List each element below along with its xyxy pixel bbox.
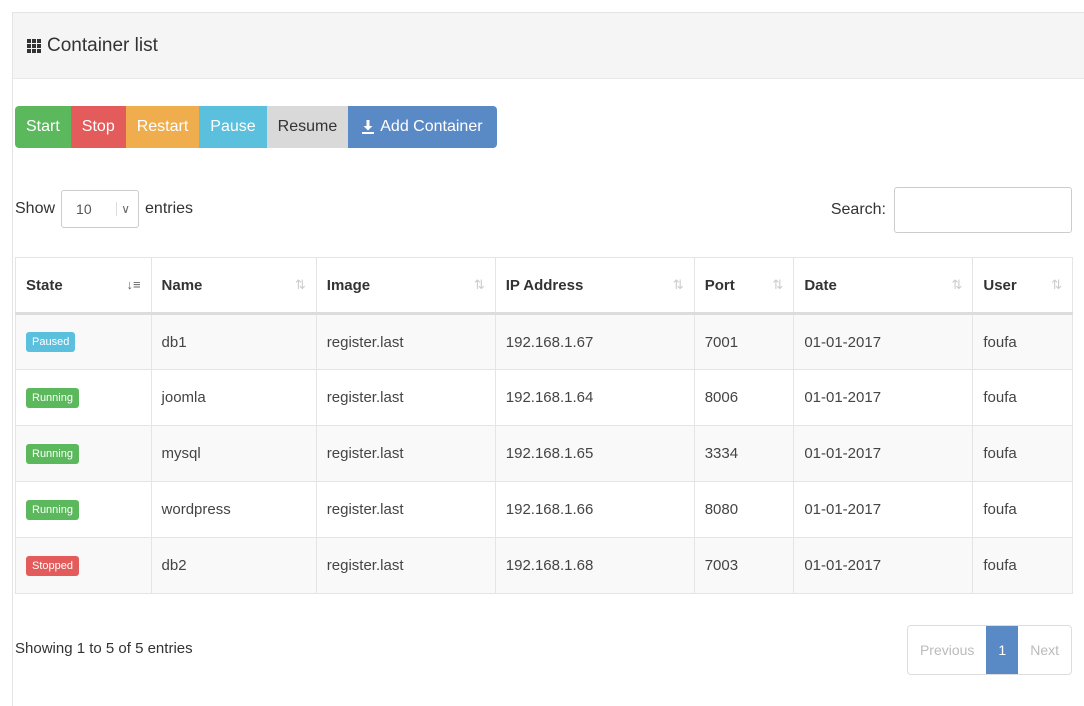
stop-button[interactable]: Stop: [70, 106, 126, 148]
name-cell: wordpress: [150, 481, 317, 538]
resume-button[interactable]: Resume: [266, 106, 349, 148]
sort-icon: ⇅: [473, 277, 485, 292]
table-row[interactable]: Stopped db2 register.last 192.168.1.68 7…: [15, 537, 1073, 594]
table-header-row: State ↓≡ Name ⇅ Image ⇅ IP Address ⇅ Port ⇅ D…: [15, 257, 1073, 315]
date-cell: 01-01-2017: [793, 313, 974, 370]
table-row[interactable]: Running mysql register.last 192.168.1.65…: [15, 425, 1073, 482]
image-cell: register.last: [315, 425, 496, 482]
port-cell: 7001: [693, 313, 795, 370]
entries-select-value: 10: [76, 201, 92, 217]
sort-asc-icon: ↓≡: [126, 277, 141, 292]
port-cell: 7003: [693, 537, 795, 594]
date-cell: 01-01-2017: [793, 425, 974, 482]
table-row[interactable]: Running wordpress register.last 192.168.…: [15, 481, 1073, 538]
ip-cell: 192.168.1.65: [494, 425, 695, 482]
name-cell: mysql: [150, 425, 317, 482]
state-cell: Running: [15, 481, 152, 538]
name-cell: db1: [150, 313, 317, 370]
column-header-ip[interactable]: IP Address ⇅: [494, 257, 695, 315]
panel-title: Container list: [47, 34, 158, 56]
user-cell: foufa: [972, 313, 1073, 370]
state-cell: Running: [15, 369, 152, 426]
panel-heading: Container list: [13, 13, 1084, 79]
port-cell: 8006: [693, 369, 795, 426]
image-cell: register.last: [315, 537, 496, 594]
search-control: Search:: [831, 187, 1072, 233]
sort-icon: ⇅: [294, 277, 306, 292]
grid-icon: [27, 38, 41, 53]
pagination: Previous 1 Next: [906, 625, 1072, 675]
column-header-name[interactable]: Name ⇅: [150, 257, 317, 315]
status-badge: Paused: [26, 332, 76, 352]
status-badge: Stopped: [26, 555, 79, 576]
table-row[interactable]: Running joomla register.last 192.168.1.6…: [15, 369, 1073, 426]
image-cell: register.last: [315, 313, 496, 370]
entries-select[interactable]: 10 ∨: [61, 190, 140, 228]
name-cell: db2: [150, 537, 317, 594]
state-cell: Running: [15, 425, 152, 482]
search-label: Search:: [830, 201, 886, 218]
entries-label: entries: [145, 200, 194, 217]
ip-cell: 192.168.1.64: [494, 369, 695, 426]
chevron-down-icon: ∨: [116, 202, 130, 216]
sort-icon: ⇅: [772, 277, 784, 292]
date-cell: 01-01-2017: [793, 481, 974, 538]
status-badge: Running: [26, 499, 79, 520]
user-cell: foufa: [972, 369, 1073, 426]
ip-cell: 192.168.1.67: [494, 313, 695, 370]
show-label: Show: [15, 200, 56, 217]
table-row[interactable]: Paused db1 register.last 192.168.1.67 70…: [15, 313, 1073, 370]
image-cell: register.last: [315, 481, 496, 538]
date-cell: 01-01-2017: [793, 537, 974, 594]
restart-button[interactable]: Restart: [125, 106, 200, 148]
next-button[interactable]: Next: [1018, 626, 1071, 674]
ip-cell: 192.168.1.68: [494, 537, 695, 594]
status-badge: Running: [26, 387, 79, 408]
port-cell: 3334: [693, 425, 795, 482]
column-header-state[interactable]: State ↓≡: [15, 257, 152, 315]
search-input[interactable]: [894, 187, 1072, 233]
column-header-port[interactable]: Port ⇅: [693, 257, 795, 315]
table-info: Showing 1 to 5 of 5 entries: [15, 640, 193, 657]
user-cell: foufa: [972, 537, 1073, 594]
page-button-1[interactable]: 1: [986, 626, 1019, 674]
column-header-image[interactable]: Image ⇅: [315, 257, 496, 315]
ip-cell: 192.168.1.66: [494, 481, 695, 538]
image-cell: register.last: [315, 369, 496, 426]
name-cell: joomla: [150, 369, 317, 426]
port-cell: 8080: [693, 481, 795, 538]
add-container-button[interactable]: Add Container: [348, 106, 497, 148]
start-button[interactable]: Start: [15, 106, 71, 148]
previous-button[interactable]: Previous: [908, 626, 986, 674]
container-table: State ↓≡ Name ⇅ Image ⇅ IP Address ⇅ Port ⇅ D…: [15, 257, 1073, 594]
column-header-user[interactable]: User ⇅: [972, 257, 1073, 315]
sort-icon: ⇅: [1051, 277, 1062, 292]
download-icon: [362, 120, 375, 134]
action-toolbar: Start Stop Restart Pause Resume Add Cont…: [15, 106, 497, 148]
sort-icon: ⇅: [672, 277, 684, 292]
column-header-date[interactable]: Date ⇅: [793, 257, 974, 315]
user-cell: foufa: [972, 425, 1073, 482]
sort-icon: ⇅: [951, 277, 963, 292]
add-container-label: Add Container: [380, 118, 483, 135]
state-cell: Stopped: [15, 537, 152, 594]
user-cell: foufa: [972, 481, 1073, 538]
status-badge: Running: [26, 443, 79, 464]
length-control: Show 10 ∨ entries: [15, 190, 193, 228]
state-cell: Paused: [15, 313, 152, 370]
pause-button[interactable]: Pause: [199, 106, 267, 148]
date-cell: 01-01-2017: [793, 369, 974, 426]
